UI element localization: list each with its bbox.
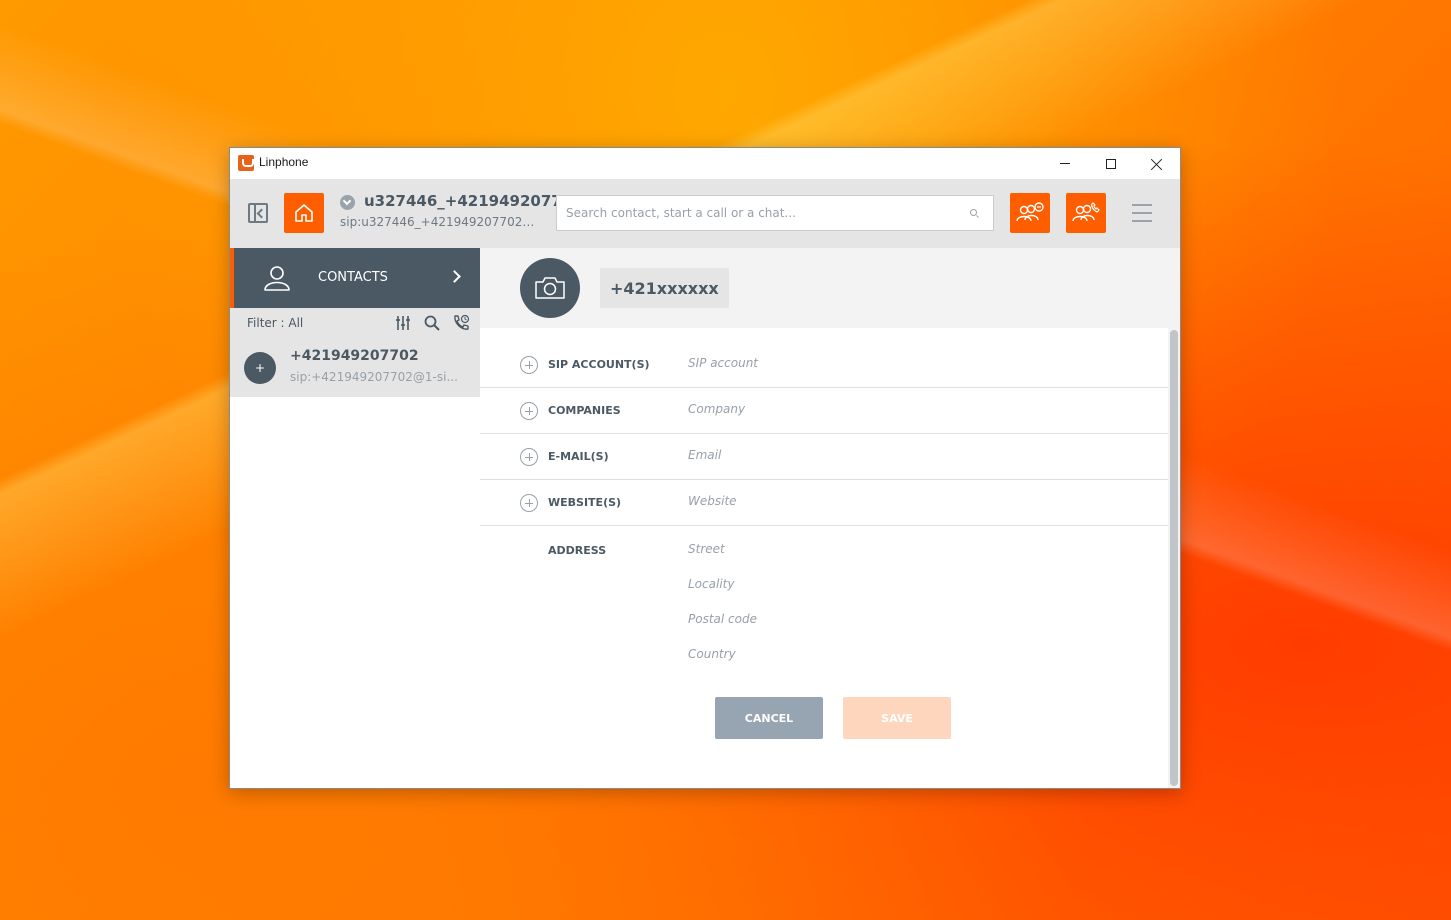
plus-circle-icon[interactable] xyxy=(520,448,538,466)
postal-code-input[interactable] xyxy=(688,612,1088,626)
filter-bar: Filter : All xyxy=(230,308,480,338)
minimize-icon xyxy=(1060,163,1070,164)
plus-circle-icon[interactable] xyxy=(520,402,538,420)
avatar: + xyxy=(244,352,276,384)
home-button[interactable] xyxy=(284,193,324,233)
companies-row: COMPANIES xyxy=(480,388,1168,434)
companies-label: COMPANIES xyxy=(548,404,621,417)
email-input[interactable] xyxy=(688,448,1088,462)
phone-history-icon[interactable] xyxy=(452,314,470,332)
main-toolbar: u327446_+421949207702 sip:u327446_+42194… xyxy=(230,179,1180,248)
change-avatar-button[interactable] xyxy=(520,258,580,318)
account-status-icon[interactable] xyxy=(340,195,355,210)
country-input[interactable] xyxy=(688,647,1088,661)
email-label: E-MAIL(S) xyxy=(548,450,609,463)
title-bar: Linphone xyxy=(230,148,1180,179)
sliders-icon[interactable] xyxy=(394,314,412,332)
camera-icon xyxy=(535,277,565,299)
group-chat-icon xyxy=(1016,202,1044,222)
plus-circle-icon[interactable] xyxy=(520,494,538,512)
list-item[interactable]: + +421949207702 sip:+421949207702@1-si..… xyxy=(230,338,480,397)
website-label: WEBSITE(S) xyxy=(548,496,622,509)
minimize-button[interactable] xyxy=(1042,148,1088,179)
company-input[interactable] xyxy=(688,402,1088,416)
home-icon xyxy=(295,204,313,222)
contacts-label: CONTACTS xyxy=(318,270,388,285)
account-name[interactable]: u327446_+421949207702 xyxy=(364,192,583,210)
linphone-logo-icon xyxy=(238,155,254,171)
group-chat-button[interactable] xyxy=(1010,193,1050,233)
search-box xyxy=(556,195,994,231)
close-button[interactable] xyxy=(1134,148,1180,179)
maximize-icon xyxy=(1106,158,1116,169)
sip-account-row: SIP ACCOUNT(S) xyxy=(480,342,1168,388)
chevron-right-icon xyxy=(448,270,461,283)
locality-input[interactable] xyxy=(688,577,1088,591)
sip-account-label: SIP ACCOUNT(S) xyxy=(548,358,650,371)
contact-name: +421949207702 xyxy=(290,348,419,364)
search-icon xyxy=(970,209,977,216)
close-icon xyxy=(1151,158,1163,170)
website-row: WEBSITE(S) xyxy=(480,480,1168,526)
sip-account-input[interactable] xyxy=(688,356,1088,370)
plus-circle-icon[interactable] xyxy=(520,356,538,374)
contact-header: +421xxxxxx xyxy=(480,248,1180,328)
email-row: E-MAIL(S) xyxy=(480,434,1168,480)
sidebar-collapse-icon[interactable] xyxy=(248,203,268,223)
contact-sip-address: sip:+421949207702@1-si... xyxy=(290,370,458,384)
contact-edit-panel: +421xxxxxx SIP ACCOUNT(S) COMPANIES E-MA… xyxy=(480,248,1180,788)
filter-label[interactable]: Filter : All xyxy=(247,316,303,330)
contacts-nav-item[interactable]: CONTACTS xyxy=(230,248,480,308)
address-label: ADDRESS xyxy=(548,544,607,557)
account-sip-address[interactable]: sip:u327446_+421949207702@1... xyxy=(340,215,546,229)
cancel-button[interactable]: CANCEL xyxy=(715,697,823,739)
search-icon[interactable] xyxy=(423,314,441,332)
street-input[interactable] xyxy=(688,542,1088,556)
left-panel: CONTACTS Filter : All + +421949207702 si… xyxy=(230,248,480,788)
maximize-button[interactable] xyxy=(1088,148,1134,179)
scrollbar[interactable] xyxy=(1168,328,1180,788)
scroll-thumb[interactable] xyxy=(1170,330,1178,786)
hamburger-menu-icon[interactable] xyxy=(1132,203,1152,223)
window-title: Linphone xyxy=(259,155,309,169)
user-icon xyxy=(264,266,290,291)
save-button[interactable]: SAVE xyxy=(843,697,951,739)
linphone-window: Linphone u327446_+421949207702 sip:u3274… xyxy=(229,147,1181,789)
group-call-icon xyxy=(1072,202,1100,222)
group-call-button[interactable] xyxy=(1066,193,1106,233)
search-input[interactable] xyxy=(557,196,957,230)
contact-name-field[interactable]: +421xxxxxx xyxy=(600,268,729,308)
website-input[interactable] xyxy=(688,494,1088,508)
